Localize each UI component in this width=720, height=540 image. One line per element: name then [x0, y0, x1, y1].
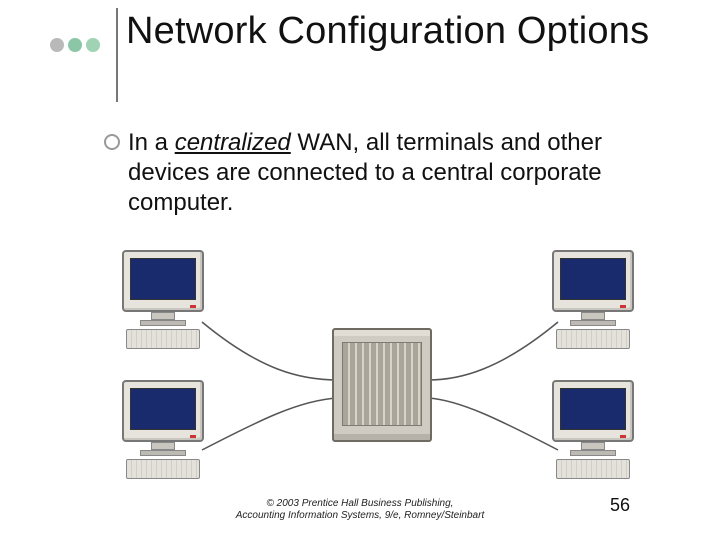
monitor-icon: [122, 250, 204, 312]
dot-icon: [68, 38, 82, 52]
keyboard-icon: [126, 459, 200, 479]
bullet-text-pre: In a: [128, 129, 175, 156]
body-text: In a centralized WAN, all terminals and …: [128, 128, 648, 218]
network-diagram: [120, 250, 640, 480]
screen-icon: [130, 388, 196, 430]
central-server: [332, 328, 432, 442]
base-icon: [570, 450, 616, 456]
led-icon: [190, 305, 196, 308]
bullet-icon: [104, 134, 120, 150]
dot-icon: [50, 38, 64, 52]
terminal-bottom-right: [550, 380, 636, 479]
footer-line1: © 2003 Prentice Hall Business Publishing…: [267, 498, 454, 509]
page-title: Network Configuration Options: [126, 10, 649, 53]
monitor-icon: [552, 250, 634, 312]
monitor-icon: [552, 380, 634, 442]
page-number: 56: [610, 495, 630, 516]
title-rule: [116, 8, 118, 102]
led-icon: [620, 305, 626, 308]
bullet-text-emph: centralized: [175, 129, 291, 156]
keyboard-icon: [556, 329, 630, 349]
accent-dots: [50, 38, 100, 52]
server-blades-icon: [342, 342, 422, 426]
led-icon: [190, 435, 196, 438]
screen-icon: [130, 258, 196, 300]
monitor-icon: [122, 380, 204, 442]
footer-line2: Accounting Information Systems, 9/e, Rom…: [236, 510, 484, 521]
stand-icon: [151, 312, 175, 320]
terminal-bottom-left: [120, 380, 206, 479]
stand-icon: [581, 312, 605, 320]
base-icon: [140, 320, 186, 326]
led-icon: [620, 435, 626, 438]
keyboard-icon: [126, 329, 200, 349]
slide: Network Configuration Options In a centr…: [0, 0, 720, 540]
base-icon: [570, 320, 616, 326]
dot-icon: [86, 38, 100, 52]
screen-icon: [560, 388, 626, 430]
stand-icon: [581, 442, 605, 450]
title-block: Network Configuration Options: [50, 8, 670, 108]
base-icon: [140, 450, 186, 456]
stand-icon: [151, 442, 175, 450]
screen-icon: [560, 258, 626, 300]
terminal-top-left: [120, 250, 206, 349]
keyboard-icon: [556, 459, 630, 479]
terminal-top-right: [550, 250, 636, 349]
